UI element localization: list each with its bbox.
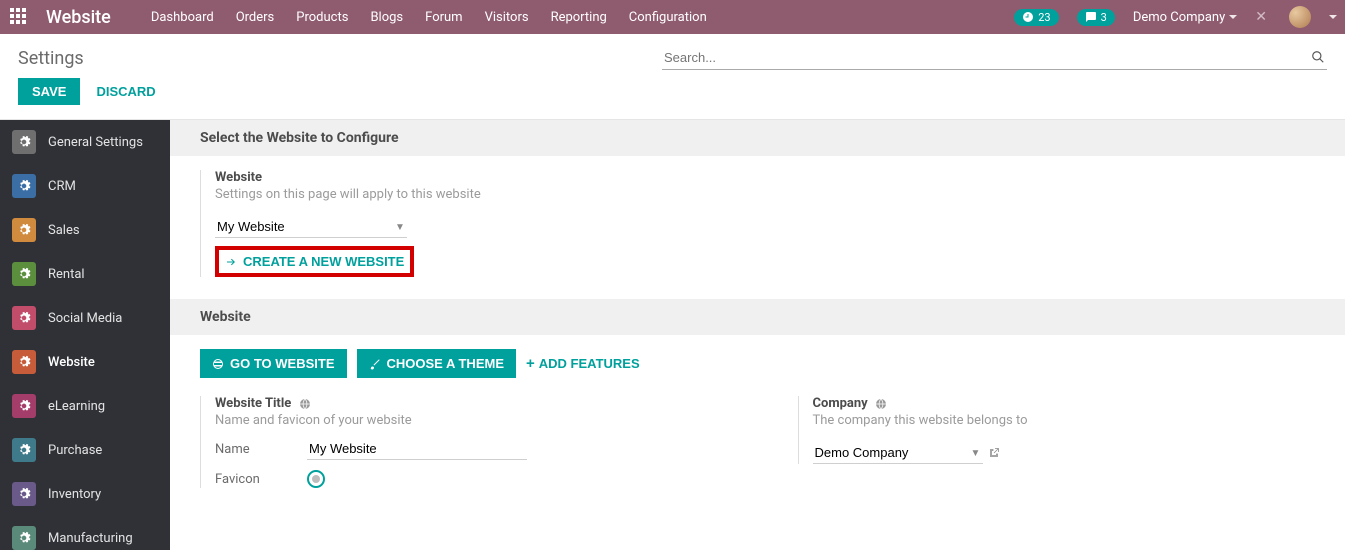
website-field-label: Website: [215, 170, 720, 185]
sidebar-item-purchase[interactable]: Purchase: [0, 428, 170, 472]
nav-dashboard[interactable]: Dashboard: [151, 10, 214, 25]
module-icon: [12, 482, 36, 506]
company-help: The company this website belongs to: [813, 413, 1316, 428]
sidebar-item-label: Sales: [48, 223, 80, 238]
website-title-label: Website Title: [215, 396, 291, 411]
sidebar-item-label: General Settings: [48, 135, 143, 150]
nav-blogs[interactable]: Blogs: [370, 10, 403, 25]
brush-icon: [369, 358, 381, 370]
module-icon: [12, 394, 36, 418]
nav-reporting[interactable]: Reporting: [551, 10, 607, 25]
sidebar-item-sales[interactable]: Sales: [0, 208, 170, 252]
settings-sidebar[interactable]: General Settings CRM Sales Rental Social Med…: [0, 120, 170, 550]
company-select[interactable]: [813, 442, 983, 464]
website-field-help: Settings on this page will apply to this…: [215, 187, 720, 202]
module-icon: [12, 306, 36, 330]
plus-icon: +: [526, 355, 535, 372]
nav-links: Dashboard Orders Products Blogs Forum Vi…: [151, 10, 707, 25]
app-brand: Website: [46, 7, 111, 28]
module-icon: [12, 438, 36, 462]
chat-icon: [1085, 11, 1097, 23]
sidebar-item-inventory[interactable]: Inventory: [0, 472, 170, 516]
favicon-preview[interactable]: [307, 470, 325, 488]
create-website-button-label: CREATE A NEW WEBSITE: [243, 254, 404, 269]
add-features-label: ADD FEATURES: [539, 356, 640, 371]
sidebar-item-website[interactable]: Website: [0, 340, 170, 384]
website-title-help: Name and favicon of your website: [215, 413, 718, 428]
sidebar-item-label: Purchase: [48, 443, 102, 458]
search-input[interactable]: [662, 46, 1327, 70]
module-icon: [12, 262, 36, 286]
nav-configuration[interactable]: Configuration: [629, 10, 707, 25]
arrow-right-icon: [225, 256, 237, 268]
module-icon: [12, 218, 36, 242]
favicon-label: Favicon: [215, 472, 287, 487]
section-select-website-title: Select the Website to Configure: [170, 120, 1345, 156]
create-website-button[interactable]: CREATE A NEW WEBSITE: [225, 254, 404, 269]
chevron-down-icon: [1229, 15, 1237, 19]
search-icon: [1311, 50, 1325, 64]
sidebar-item-crm[interactable]: CRM: [0, 164, 170, 208]
nav-products[interactable]: Products: [296, 10, 348, 25]
sidebar-item-manufacturing[interactable]: Manufacturing: [0, 516, 170, 550]
chevron-down-icon: [1329, 15, 1337, 19]
save-button[interactable]: SAVE: [18, 78, 80, 105]
page-title: Settings: [18, 48, 84, 69]
module-icon: [12, 526, 36, 550]
section-website-title: Website: [170, 299, 1345, 335]
external-link-icon[interactable]: [988, 447, 1000, 459]
user-avatar[interactable]: [1289, 6, 1311, 28]
go-to-website-label: GO TO WEBSITE: [230, 356, 335, 371]
nav-forum[interactable]: Forum: [425, 10, 462, 25]
discard-button[interactable]: DISCARD: [96, 84, 155, 99]
globe-icon: [875, 398, 887, 410]
sidebar-item-label: eLearning: [48, 399, 105, 414]
go-to-website-button[interactable]: GO TO WEBSITE: [200, 349, 347, 378]
sidebar-item-general-settings[interactable]: General Settings: [0, 120, 170, 164]
sidebar-item-rental[interactable]: Rental: [0, 252, 170, 296]
sidebar-item-label: Manufacturing: [48, 531, 133, 546]
debug-wrench-icon[interactable]: ✕: [1255, 9, 1267, 25]
company-selector[interactable]: Demo Company: [1133, 10, 1237, 25]
sidebar-item-label: Rental: [48, 267, 85, 282]
module-icon: [12, 130, 36, 154]
sidebar-item-elearning[interactable]: eLearning: [0, 384, 170, 428]
chat-badge[interactable]: 3: [1077, 9, 1115, 26]
sidebar-item-social-media[interactable]: Social Media: [0, 296, 170, 340]
sidebar-item-label: CRM: [48, 179, 76, 194]
choose-theme-label: CHOOSE A THEME: [387, 356, 505, 371]
apps-grid-icon[interactable]: [10, 8, 28, 26]
module-icon: [12, 350, 36, 374]
choose-theme-button[interactable]: CHOOSE A THEME: [357, 349, 517, 378]
sidebar-item-label: Inventory: [48, 487, 101, 502]
name-label: Name: [215, 442, 287, 457]
module-icon: [12, 174, 36, 198]
chat-count: 3: [1101, 11, 1107, 24]
sidebar-item-label: Social Media: [48, 311, 122, 326]
globe-icon: [299, 398, 311, 410]
website-select[interactable]: [215, 216, 407, 238]
top-nav-bar: Website Dashboard Orders Products Blogs …: [0, 0, 1345, 34]
website-name-input[interactable]: [307, 438, 527, 460]
add-features-button[interactable]: + ADD FEATURES: [526, 355, 640, 372]
sidebar-item-label: Website: [48, 355, 95, 370]
settings-main: Select the Website to Configure Website …: [170, 120, 1345, 550]
company-name: Demo Company: [1133, 10, 1225, 25]
nav-visitors[interactable]: Visitors: [485, 10, 529, 25]
company-label: Company: [813, 396, 868, 411]
activity-count: 23: [1038, 11, 1050, 24]
nav-orders[interactable]: Orders: [236, 10, 275, 25]
activity-badge[interactable]: 23: [1014, 9, 1058, 26]
highlight-box: CREATE A NEW WEBSITE: [215, 246, 414, 277]
clock-icon: [1022, 11, 1034, 23]
globe-icon: [212, 358, 224, 370]
